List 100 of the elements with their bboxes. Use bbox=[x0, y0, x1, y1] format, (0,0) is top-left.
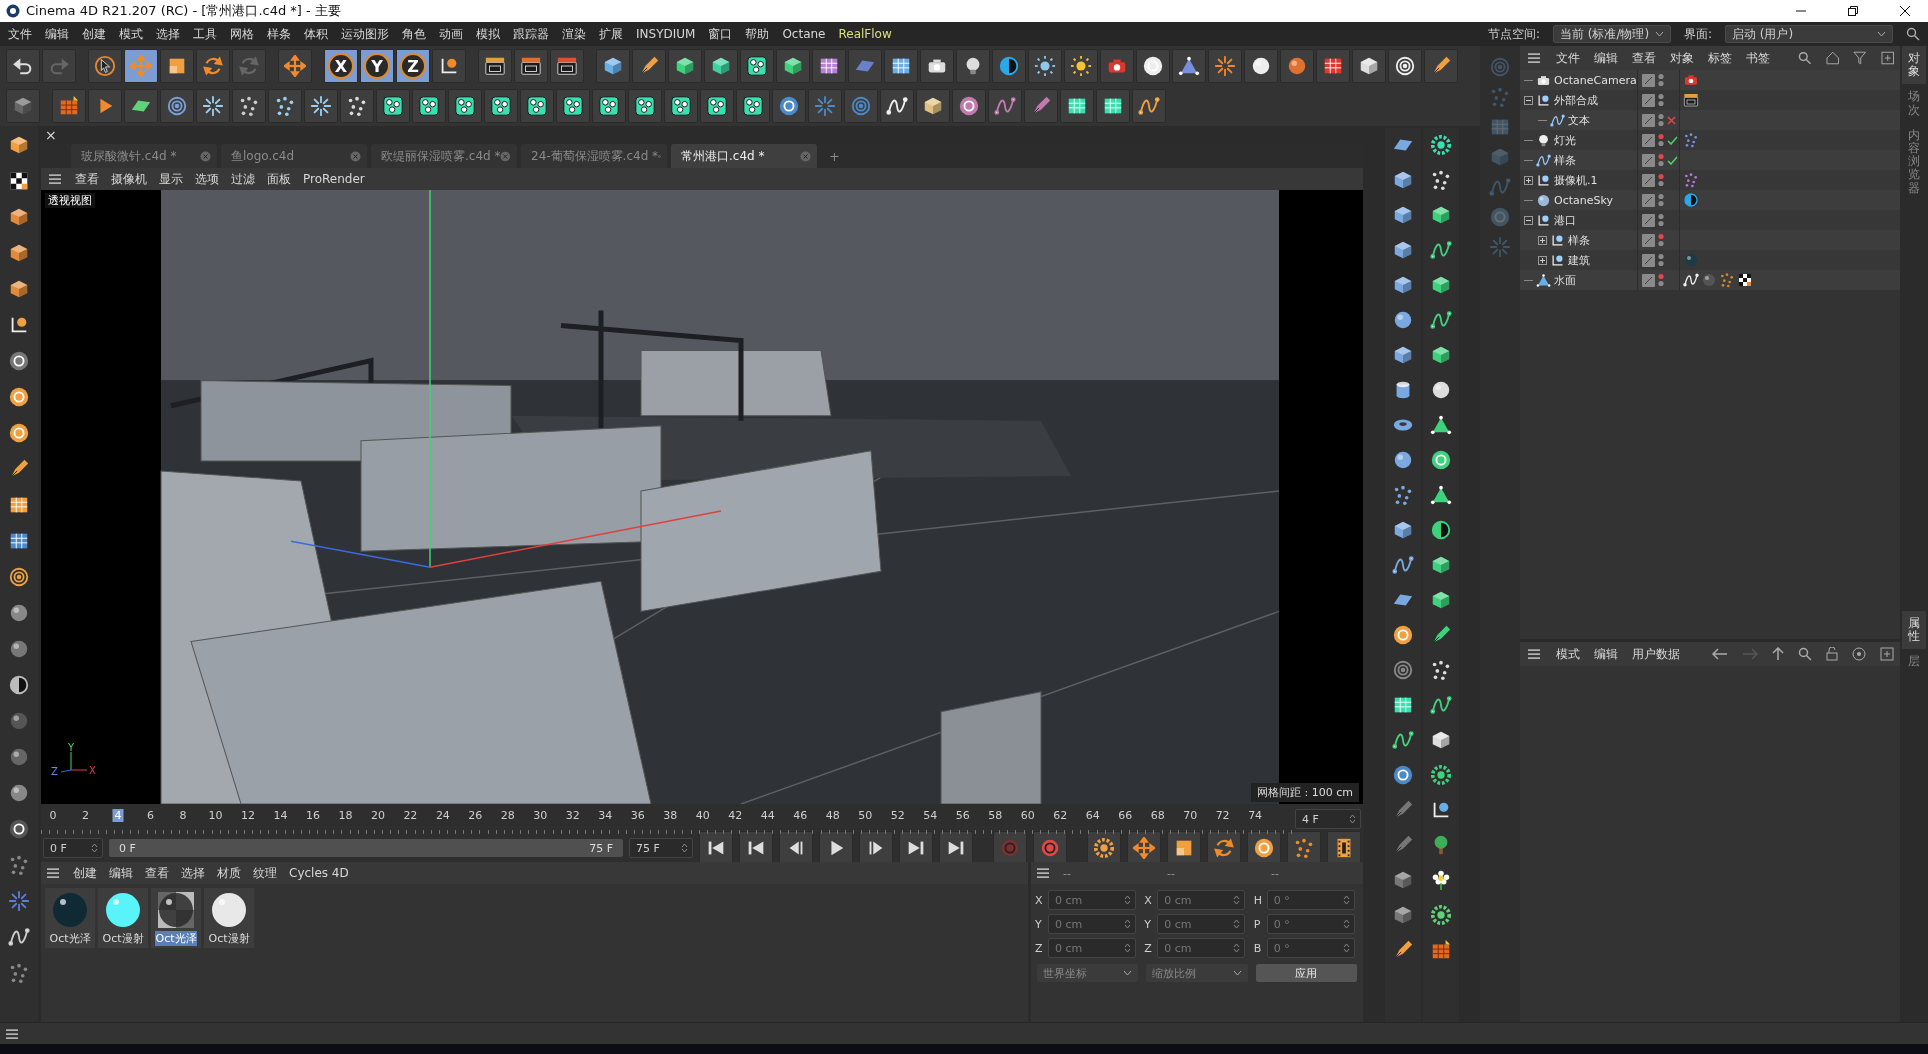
side-tab[interactable]: 场次 bbox=[1902, 84, 1926, 123]
column-header: -- bbox=[1063, 866, 1072, 880]
menu-item[interactable]: RealFlow bbox=[838, 27, 892, 41]
menu-item[interactable]: 样条 bbox=[267, 25, 291, 43]
object-row[interactable]: 灯光 bbox=[1520, 130, 1900, 150]
file-tab[interactable]: 欧缇丽保湿喷雾.c4d * bbox=[371, 144, 517, 168]
menu-item[interactable]: 帮助 bbox=[745, 25, 770, 43]
object-row[interactable]: 外部合成 bbox=[1520, 90, 1900, 110]
menu-item[interactable]: 渲染 bbox=[562, 25, 586, 43]
node-space-label: 节点空间: bbox=[1487, 25, 1540, 43]
start-frame-field[interactable]: 0 F bbox=[43, 838, 103, 858]
menu-item[interactable]: 编辑 bbox=[45, 25, 69, 43]
viewport-menu-item[interactable]: 查看 bbox=[75, 170, 99, 188]
material-menu-item[interactable]: 查看 bbox=[145, 864, 169, 882]
attribute-menu-item[interactable]: 编辑 bbox=[1594, 645, 1618, 663]
new-tab-button[interactable]: + bbox=[821, 144, 848, 168]
menu-item[interactable]: 文件 bbox=[8, 25, 32, 43]
end-frame-field[interactable]: 75 F bbox=[629, 838, 693, 858]
object-row[interactable]: 水面 bbox=[1520, 270, 1900, 290]
menu-item[interactable]: 模拟 bbox=[476, 25, 500, 43]
viewport-menu-item[interactable]: ProRender bbox=[303, 172, 365, 186]
menu-item[interactable]: 体积 bbox=[304, 25, 328, 43]
object-row[interactable]: OctaneCamera bbox=[1520, 70, 1900, 90]
object-row[interactable]: 建筑 bbox=[1520, 250, 1900, 270]
frame-tick: 30 bbox=[532, 809, 549, 822]
object-name: 港口 bbox=[1554, 212, 1576, 228]
object-menu-item[interactable]: 对象 bbox=[1670, 49, 1694, 67]
menu-item[interactable]: Octane bbox=[782, 27, 826, 41]
material-swatch[interactable]: Oct光泽 bbox=[45, 888, 95, 948]
axis-lock-button[interactable]: Z bbox=[396, 49, 430, 83]
viewport-menu-item[interactable]: 过滤 bbox=[231, 170, 255, 188]
object-row[interactable]: OctaneSky bbox=[1520, 190, 1900, 210]
frame-tick: 28 bbox=[499, 809, 516, 822]
object-menu-item[interactable]: 标签 bbox=[1708, 49, 1732, 67]
attribute-menu-item[interactable]: 用户数据 bbox=[1632, 645, 1680, 663]
material-menu-item[interactable]: 选择 bbox=[181, 864, 205, 882]
axis-label: X bbox=[1144, 893, 1153, 907]
object-menu-item[interactable]: 文件 bbox=[1556, 49, 1580, 67]
menu-item[interactable]: 跟踪器 bbox=[513, 25, 549, 43]
frame-tick: 14 bbox=[272, 809, 289, 822]
object-row[interactable]: 样条 bbox=[1520, 150, 1900, 170]
frame-tick: 18 bbox=[337, 809, 354, 822]
menu-item[interactable]: 运动图形 bbox=[341, 25, 389, 43]
object-row[interactable]: 样条 bbox=[1520, 230, 1900, 250]
object-name: 灯光 bbox=[1554, 132, 1576, 148]
material-menu-item[interactable]: 材质 bbox=[217, 864, 241, 882]
window-title: Cinema 4D R21.207 (RC) - [常州港口.c4d *] - 主要 bbox=[26, 2, 342, 20]
object-row[interactable]: 港口 bbox=[1520, 210, 1900, 230]
menu-item[interactable]: 创建 bbox=[82, 25, 106, 43]
side-tab[interactable]: 属性 bbox=[1902, 610, 1926, 650]
frame-range-slider[interactable]: 0 F 75 F bbox=[109, 839, 623, 857]
object-row[interactable]: 摄像机.1 bbox=[1520, 170, 1900, 190]
material-menu-item[interactable]: Cycles 4D bbox=[289, 866, 349, 880]
file-tab[interactable]: 常州港口.c4d * bbox=[671, 144, 817, 168]
material-menu-item[interactable]: 纹理 bbox=[253, 864, 277, 882]
viewport-menu-item[interactable]: 摄像机 bbox=[111, 170, 147, 188]
menu-item[interactable]: 角色 bbox=[402, 25, 426, 43]
frame-tick: 68 bbox=[1149, 809, 1166, 822]
frame-tick: 70 bbox=[1182, 809, 1199, 822]
side-tab[interactable]: 层 bbox=[1902, 649, 1926, 675]
file-tab[interactable]: 24-葡萄保湿喷雾.c4d * bbox=[521, 144, 667, 168]
material-swatch[interactable]: Oct漫射 bbox=[98, 888, 148, 948]
object-menu-item[interactable]: 编辑 bbox=[1594, 49, 1618, 67]
node-space-dropdown[interactable]: 当前 (标准/物理) bbox=[1552, 25, 1671, 43]
material-swatch[interactable]: Oct光泽 bbox=[151, 888, 201, 948]
menu-item[interactable]: 扩展 bbox=[599, 25, 623, 43]
material-menu-item[interactable]: 编辑 bbox=[109, 864, 133, 882]
axis-label: P bbox=[1253, 917, 1262, 931]
file-tab[interactable]: 鱼logo.c4d bbox=[221, 144, 367, 168]
side-tab[interactable]: 内容浏览器 bbox=[1902, 122, 1926, 201]
frame-tick: 0 bbox=[48, 809, 58, 822]
menu-item[interactable]: 网格 bbox=[230, 25, 254, 43]
menu-item[interactable]: INSYDIUM bbox=[636, 27, 696, 41]
current-frame-field[interactable]: 4 F bbox=[1295, 809, 1361, 829]
viewport-menu-item[interactable]: 选项 bbox=[195, 170, 219, 188]
material-menu-item[interactable]: 创建 bbox=[73, 864, 97, 882]
viewport-menu-item[interactable]: 显示 bbox=[159, 170, 183, 188]
menu-item[interactable]: 模式 bbox=[119, 25, 143, 43]
menu-item[interactable]: 动画 bbox=[439, 25, 463, 43]
column-header: -- bbox=[1271, 866, 1280, 880]
menu-item[interactable]: 选择 bbox=[156, 25, 180, 43]
material-name: Oct漫射 bbox=[208, 931, 250, 946]
object-row[interactable]: 文本 bbox=[1520, 110, 1900, 130]
viewport-menu-item[interactable]: 面板 bbox=[267, 170, 291, 188]
menu-item[interactable]: 窗口 bbox=[708, 25, 733, 43]
side-tab[interactable]: 对象 bbox=[1902, 46, 1926, 85]
file-tab[interactable]: 玻尿酸微针.c4d * bbox=[71, 144, 217, 168]
material-name: Oct光泽 bbox=[49, 931, 91, 946]
viewport-label: 透视视图 bbox=[45, 193, 95, 208]
menu-item[interactable]: 工具 bbox=[193, 25, 217, 43]
object-menu-item[interactable]: 查看 bbox=[1632, 49, 1656, 67]
axis-lock-button[interactable]: Y bbox=[360, 49, 394, 83]
axis-lock-button[interactable]: X bbox=[324, 49, 358, 83]
close-panel-button[interactable]: × bbox=[45, 128, 57, 142]
frame-tick: 54 bbox=[922, 809, 939, 822]
frame-tick: 58 bbox=[987, 809, 1004, 822]
object-menu-item[interactable]: 书签 bbox=[1746, 49, 1770, 67]
attribute-menu-item[interactable]: 模式 bbox=[1556, 645, 1580, 663]
layout-dropdown[interactable]: 启动 (用户) bbox=[1725, 25, 1893, 43]
material-swatch[interactable]: Oct漫射 bbox=[204, 888, 254, 948]
